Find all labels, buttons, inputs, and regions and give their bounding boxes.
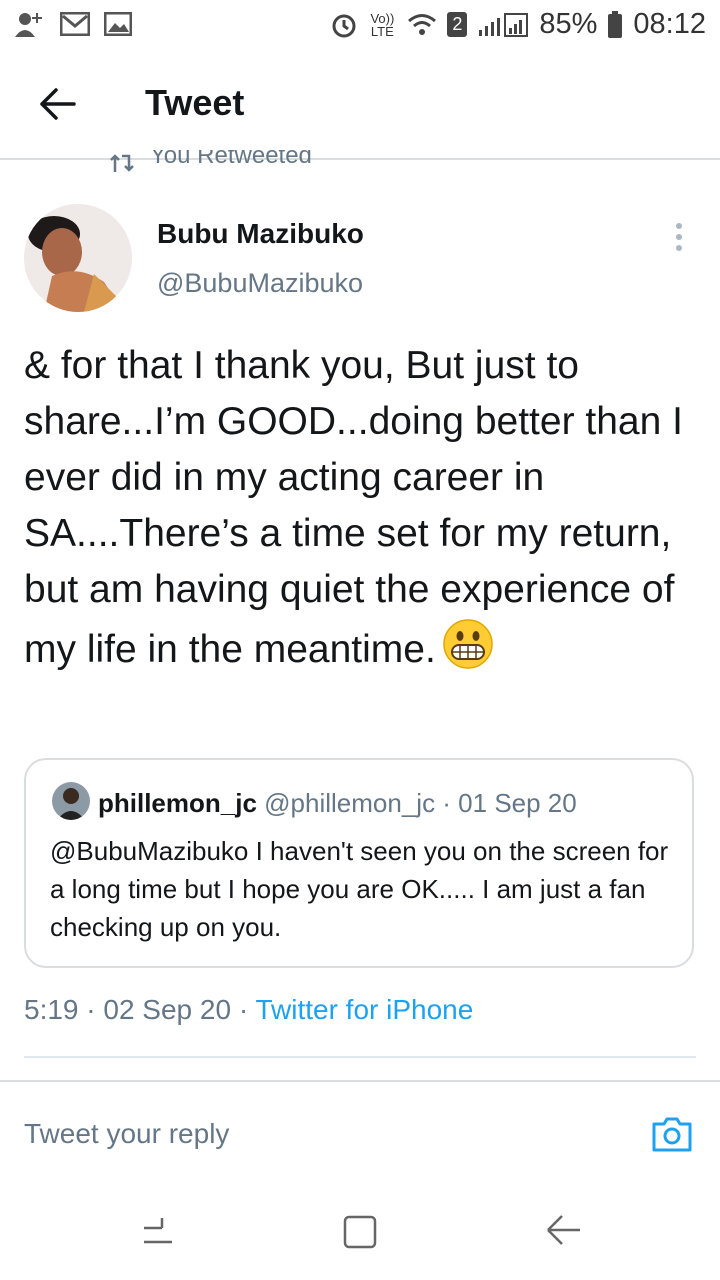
image-icon	[104, 12, 132, 36]
add-contact-icon	[15, 13, 42, 37]
clock: 08:12	[633, 8, 706, 40]
quoted-avatar	[52, 782, 90, 820]
grinning-face-icon	[443, 619, 493, 669]
author-name[interactable]: Bubu Mazibuko	[157, 218, 364, 250]
volte-indicator: Vo)) LTE	[370, 10, 395, 39]
source-link[interactable]: Twitter for iPhone	[255, 994, 473, 1025]
header-divider	[0, 158, 720, 160]
retweet-notice-text: You Retweeted	[150, 150, 312, 169]
battery-icon	[608, 10, 623, 38]
quoted-name: phillemon_jc	[98, 788, 257, 818]
quoted-meta: @phillemon_jc · 01 Sep 20	[264, 788, 577, 818]
timestamp-text: 5:19 · 02 Sep 20 ·	[24, 994, 256, 1025]
tweet-text-content: & for that I thank you, But just to shar…	[24, 344, 683, 671]
tweet-text: & for that I thank you, But just to shar…	[24, 338, 704, 678]
alarm-icon	[332, 14, 356, 37]
back-arrow-icon[interactable]	[36, 82, 80, 126]
status-bar: Vo)) LTE 2 85% 08:12	[0, 0, 720, 50]
signal-icon	[479, 12, 529, 37]
more-options-icon[interactable]	[668, 222, 690, 252]
quoted-text: @BubuMazibuko I haven't seen you on the …	[50, 836, 669, 942]
quoted-tweet[interactable]: phillemon_jc @phillemon_jc · 01 Sep 20 @…	[24, 758, 694, 968]
author-avatar[interactable]	[24, 204, 132, 312]
reply-divider	[0, 1080, 720, 1082]
nav-back-icon[interactable]	[542, 1212, 582, 1248]
status-left-icons	[14, 10, 132, 38]
battery-percent: 85%	[539, 8, 598, 40]
camera-icon[interactable]	[650, 1112, 694, 1156]
quoted-header: phillemon_jc @phillemon_jc · 01 Sep 20	[98, 788, 577, 819]
wifi-icon	[408, 13, 437, 35]
tweet-timestamp: 5:19 · 02 Sep 20 · Twitter for iPhone	[24, 994, 473, 1026]
reply-input[interactable]: Tweet your reply	[24, 1118, 229, 1150]
retweet-notice: You Retweeted	[110, 150, 312, 176]
sim-indicator: 2	[447, 12, 468, 37]
retweet-icon	[110, 154, 134, 172]
recent-apps-icon[interactable]	[140, 1212, 176, 1248]
timestamp-divider	[24, 1056, 696, 1058]
page-title: Tweet	[145, 82, 245, 123]
status-right-icons: Vo)) LTE 2 85% 08:12	[331, 8, 706, 41]
author-handle[interactable]: @BubuMazibuko	[157, 268, 363, 299]
home-icon[interactable]	[340, 1212, 380, 1252]
gmail-icon	[60, 12, 90, 36]
